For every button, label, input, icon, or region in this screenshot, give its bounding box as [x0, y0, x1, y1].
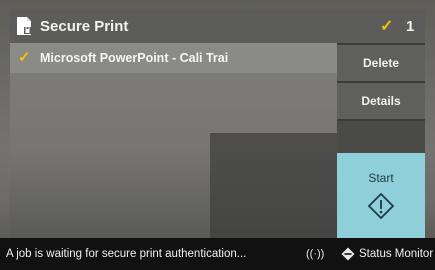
- start-button[interactable]: Start: [337, 153, 425, 238]
- selected-check-icon: ✓: [380, 18, 394, 35]
- status-monitor-icon[interactable]: [341, 247, 355, 261]
- secure-document-icon: [17, 17, 31, 35]
- status-monitor-button[interactable]: Status Monitor: [359, 238, 433, 270]
- job-list-area: [10, 73, 347, 238]
- page-title: Secure Print: [40, 18, 129, 35]
- secure-print-screen: Secure Print ✓ 1 ✓ Microsoft PowerPoint …: [0, 0, 435, 270]
- start-label: Start: [368, 171, 394, 185]
- job-list-item[interactable]: ✓ Microsoft PowerPoint - Cali Trai: [10, 43, 337, 73]
- details-button[interactable]: Details: [337, 83, 425, 119]
- delete-button[interactable]: Delete: [337, 45, 425, 81]
- job-name: Microsoft PowerPoint - Cali Trai: [40, 51, 229, 65]
- start-diamond-icon: [368, 193, 394, 219]
- empty-button-slot: [337, 121, 425, 153]
- status-bar: A job is waiting for secure print authen…: [0, 238, 435, 270]
- header-bar: Secure Print ✓ 1: [10, 10, 425, 43]
- status-message: A job is waiting for secure print authen…: [6, 248, 247, 260]
- job-checkmark-icon: ✓: [18, 49, 31, 66]
- list-empty-region: [210, 133, 347, 238]
- selected-count: 1: [406, 18, 415, 35]
- wireless-signal-icon: ((·)): [306, 248, 325, 260]
